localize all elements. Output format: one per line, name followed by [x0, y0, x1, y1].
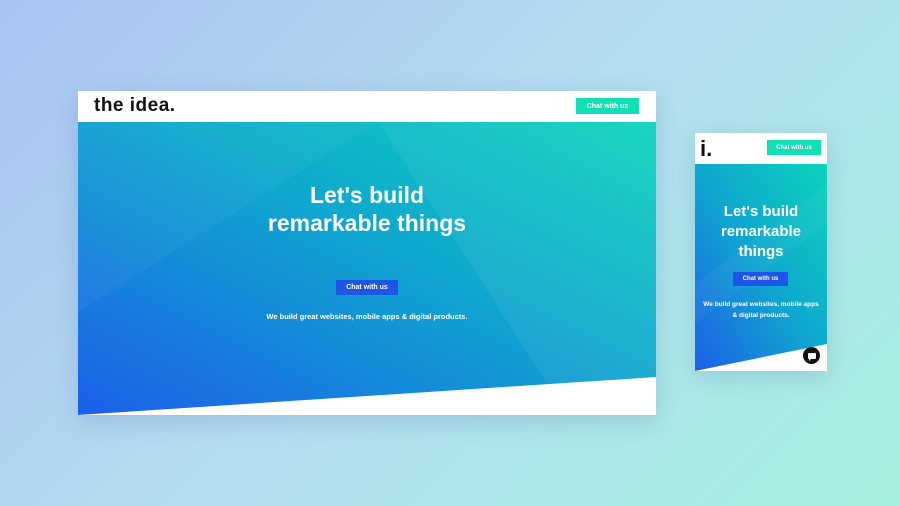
desktop-hero-background: [78, 122, 656, 415]
mobile-header-chat-button[interactable]: Chat with us: [767, 140, 821, 155]
mobile-subtitle-line-1: We build great websites, mobile apps: [703, 301, 819, 308]
desktop-header-chat-button[interactable]: Chat with us: [576, 98, 639, 114]
mobile-title-line-2: remarkable: [720, 223, 802, 240]
desktop-title-line-1: Let's build: [309, 182, 425, 208]
desktop-hero-chat-button[interactable]: Chat with us: [336, 280, 398, 295]
desktop-hero-subtitle: We build great websites, mobile apps & d…: [266, 312, 468, 321]
desktop-title-line-2: remarkable things: [267, 210, 467, 236]
mobile-subtitle-line-2: & digital products.: [732, 312, 790, 319]
chat-bubble-icon[interactable]: [803, 347, 820, 364]
mobile-hero-title: Let's build remarkable things: [695, 202, 827, 262]
mobile-title-line-3: things: [738, 243, 784, 260]
mobile-hero-chat-button[interactable]: Chat with us: [733, 272, 788, 286]
desktop-hero-title: Let's build remarkable things: [78, 181, 656, 237]
desktop-mockup: the idea. Chat with us Let's build remar…: [78, 91, 656, 415]
desktop-header: the idea. Chat with us: [78, 91, 656, 122]
mobile-header: i. Chat with us: [695, 133, 827, 164]
desktop-logo[interactable]: the idea.: [94, 95, 176, 117]
mobile-hero-background: [695, 164, 827, 371]
desktop-hero: Let's build remarkable things Chat with …: [78, 122, 656, 415]
mobile-hero-subtitle: We build great websites, mobile apps & d…: [699, 299, 823, 321]
mobile-logo[interactable]: i.: [700, 136, 712, 162]
mobile-mockup: i. Chat with us Let's build remarkable t…: [695, 133, 827, 371]
mobile-hero: Let's build remarkable things Chat with …: [695, 164, 827, 371]
mobile-title-line-1: Let's build: [723, 203, 799, 220]
